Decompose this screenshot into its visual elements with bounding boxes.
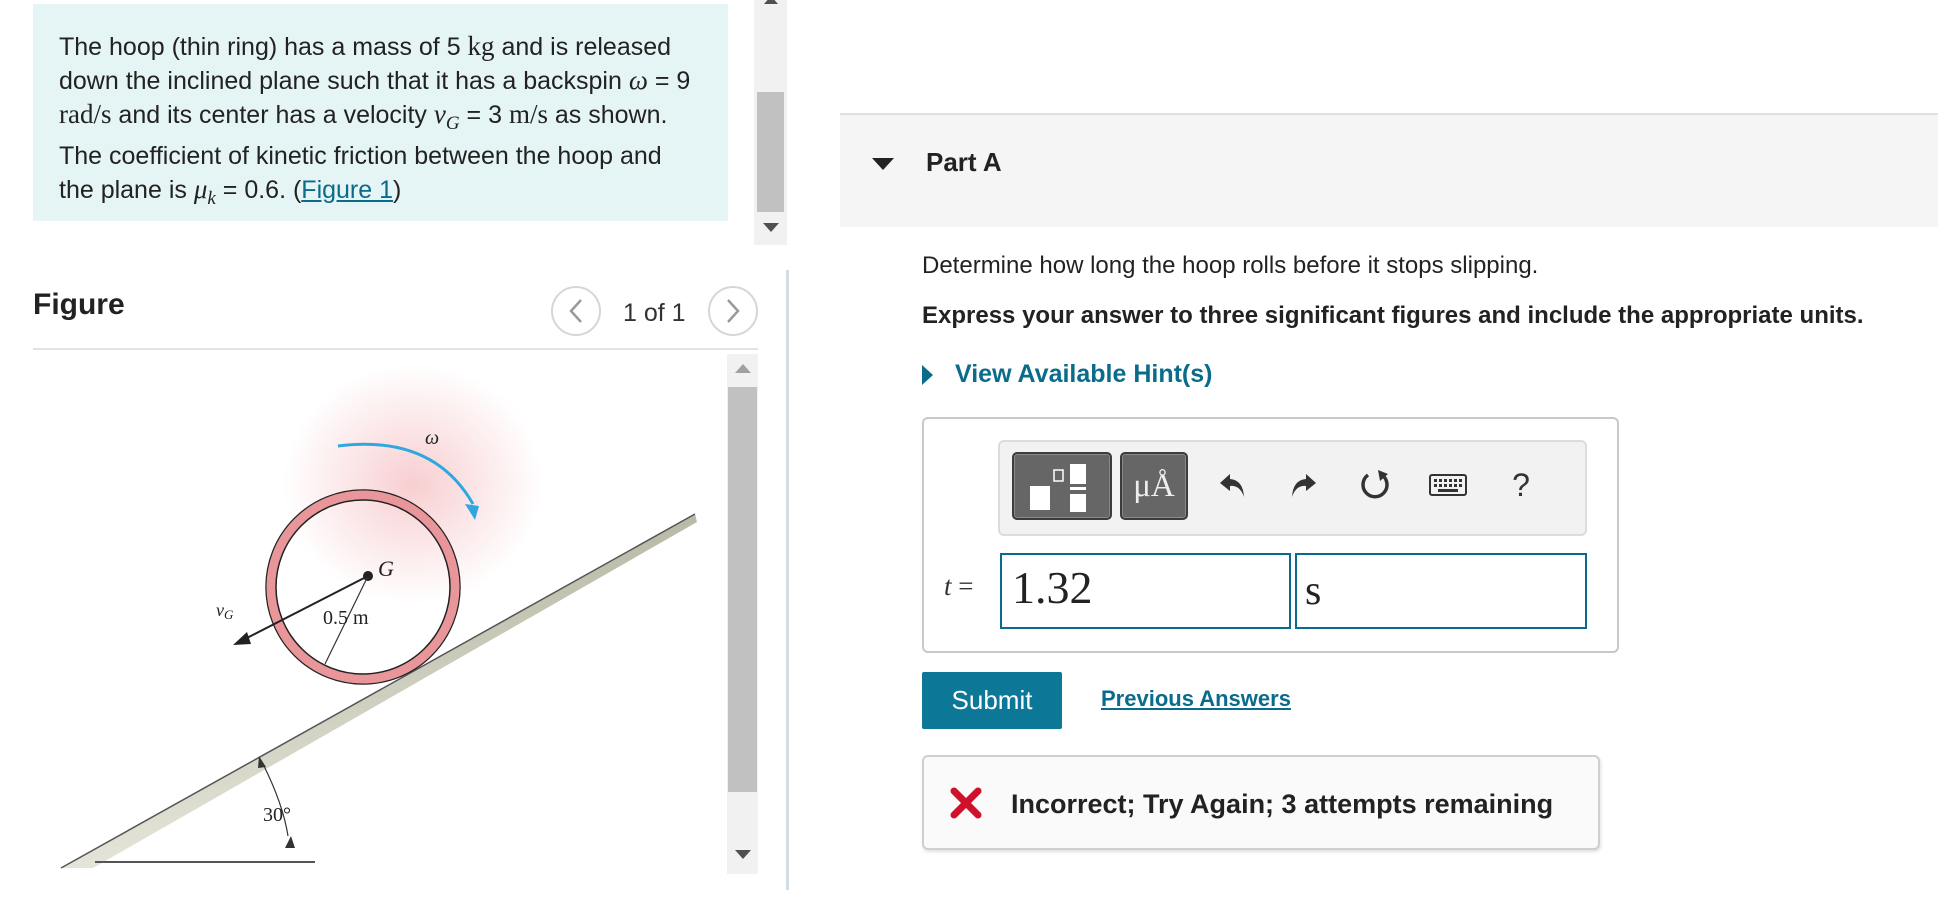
- velocity-label-symbol: v: [216, 600, 224, 620]
- templates-button[interactable]: [1012, 452, 1112, 520]
- part-header[interactable]: Part A: [840, 113, 1938, 227]
- answer-box: μÅ ? t = 1.32 s: [922, 417, 1619, 653]
- mu-symbol: μ: [193, 174, 208, 204]
- redo-button[interactable]: [1280, 462, 1326, 508]
- motion-blur: [283, 364, 543, 604]
- problem-statement: The hoop (thin ring) has a mass of 5 kg …: [33, 4, 728, 221]
- keyboard-icon: [1429, 474, 1467, 496]
- previous-figure-button[interactable]: [551, 286, 601, 336]
- mu-subscript: k: [207, 188, 216, 209]
- radius-label: 0.5 m: [323, 607, 369, 629]
- left-pane: The hoop (thin ring) has a mass of 5 kg …: [0, 0, 788, 904]
- scroll-down-arrow-icon[interactable]: [735, 850, 751, 859]
- help-button[interactable]: ?: [1498, 462, 1544, 508]
- hoop-incline-diagram: 30° G 0.5 m vG ω: [60, 364, 697, 869]
- problem-text: The hoop (thin ring) has a mass of 5: [59, 33, 468, 61]
- feedback-message: Incorrect; Try Again; 3 attempts remaini…: [922, 755, 1600, 850]
- part-title: Part A: [926, 147, 1002, 177]
- problem-text: ): [393, 176, 402, 204]
- velocity-arrowhead: [233, 632, 251, 645]
- next-figure-button[interactable]: [708, 286, 758, 336]
- scroll-down-arrow-icon[interactable]: [763, 223, 779, 232]
- undo-button[interactable]: [1210, 462, 1256, 508]
- view-hints-label: View Available Hint(s): [955, 360, 1213, 388]
- vg-unit: m/s: [508, 99, 548, 129]
- instruction-text: Express your answer to three significant…: [922, 302, 1864, 329]
- figure-image: 30° G 0.5 m vG ω: [33, 354, 758, 874]
- previous-answers-link[interactable]: Previous Answers: [1101, 686, 1291, 712]
- question-text: Determine how long the hoop rolls before…: [922, 252, 1539, 279]
- velocity-label: vG: [216, 600, 234, 622]
- scrollbar-thumb[interactable]: [757, 92, 784, 212]
- equals-sign: =: [951, 571, 974, 601]
- answer-variable: t: [944, 571, 952, 601]
- reset-icon: [1361, 470, 1389, 499]
- expand-caret-icon: [922, 364, 933, 385]
- units-button[interactable]: μÅ: [1120, 452, 1188, 520]
- velocity-label-subscript: G: [224, 607, 234, 622]
- collapse-caret-icon[interactable]: [872, 158, 894, 170]
- figure-title: Figure: [33, 288, 125, 321]
- figure-link[interactable]: Figure 1: [301, 176, 393, 204]
- chevron-left-icon: [569, 299, 582, 323]
- answer-variable-label: t =: [944, 571, 974, 602]
- mass-unit: kg: [467, 31, 495, 61]
- feedback-text: Incorrect; Try Again; 3 attempts remaini…: [1011, 789, 1554, 819]
- problem-text: = 3: [459, 101, 509, 129]
- problem-text: = 0.6. (: [215, 176, 302, 204]
- figure-header: Figure 1 of 1: [33, 280, 758, 350]
- reset-button[interactable]: [1352, 462, 1398, 508]
- scroll-up-arrow-icon[interactable]: [764, 0, 778, 4]
- vg-subscript: G: [445, 113, 460, 134]
- templates-icon: [1030, 464, 1086, 512]
- omega-symbol: ω: [628, 65, 648, 95]
- vg-symbol: v: [433, 99, 446, 129]
- pane-divider[interactable]: [786, 270, 789, 890]
- angle-label: 30°: [263, 804, 291, 826]
- x-mark-icon-glyph: [950, 787, 982, 819]
- angle-arrowhead: [285, 836, 295, 848]
- problem-scrollbar[interactable]: [754, 0, 787, 245]
- figure-scrollbar[interactable]: [727, 354, 758, 874]
- x-mark-icon: [950, 787, 982, 823]
- keyboard-button[interactable]: [1425, 462, 1471, 508]
- problem-text: and its center has a velocity: [111, 101, 434, 129]
- redo-icon: [1292, 474, 1316, 497]
- omega-unit: rad/s: [59, 99, 112, 129]
- undo-icon: [1220, 474, 1244, 497]
- math-toolbar: μÅ ?: [998, 440, 1587, 536]
- omega-label: ω: [425, 427, 439, 449]
- center-label: G: [378, 556, 394, 581]
- figure-pager-text: 1 of 1: [623, 299, 686, 327]
- submit-button[interactable]: Submit: [922, 672, 1062, 729]
- answer-unit-input[interactable]: s: [1295, 553, 1587, 629]
- answer-value-input[interactable]: 1.32: [1000, 553, 1291, 629]
- chevron-right-icon: [727, 299, 740, 323]
- problem-text: = 9: [647, 67, 691, 95]
- scrollbar-thumb[interactable]: [728, 387, 757, 792]
- scroll-up-arrow-icon[interactable]: [735, 364, 751, 373]
- view-hints-toggle[interactable]: View Available Hint(s): [922, 360, 1212, 389]
